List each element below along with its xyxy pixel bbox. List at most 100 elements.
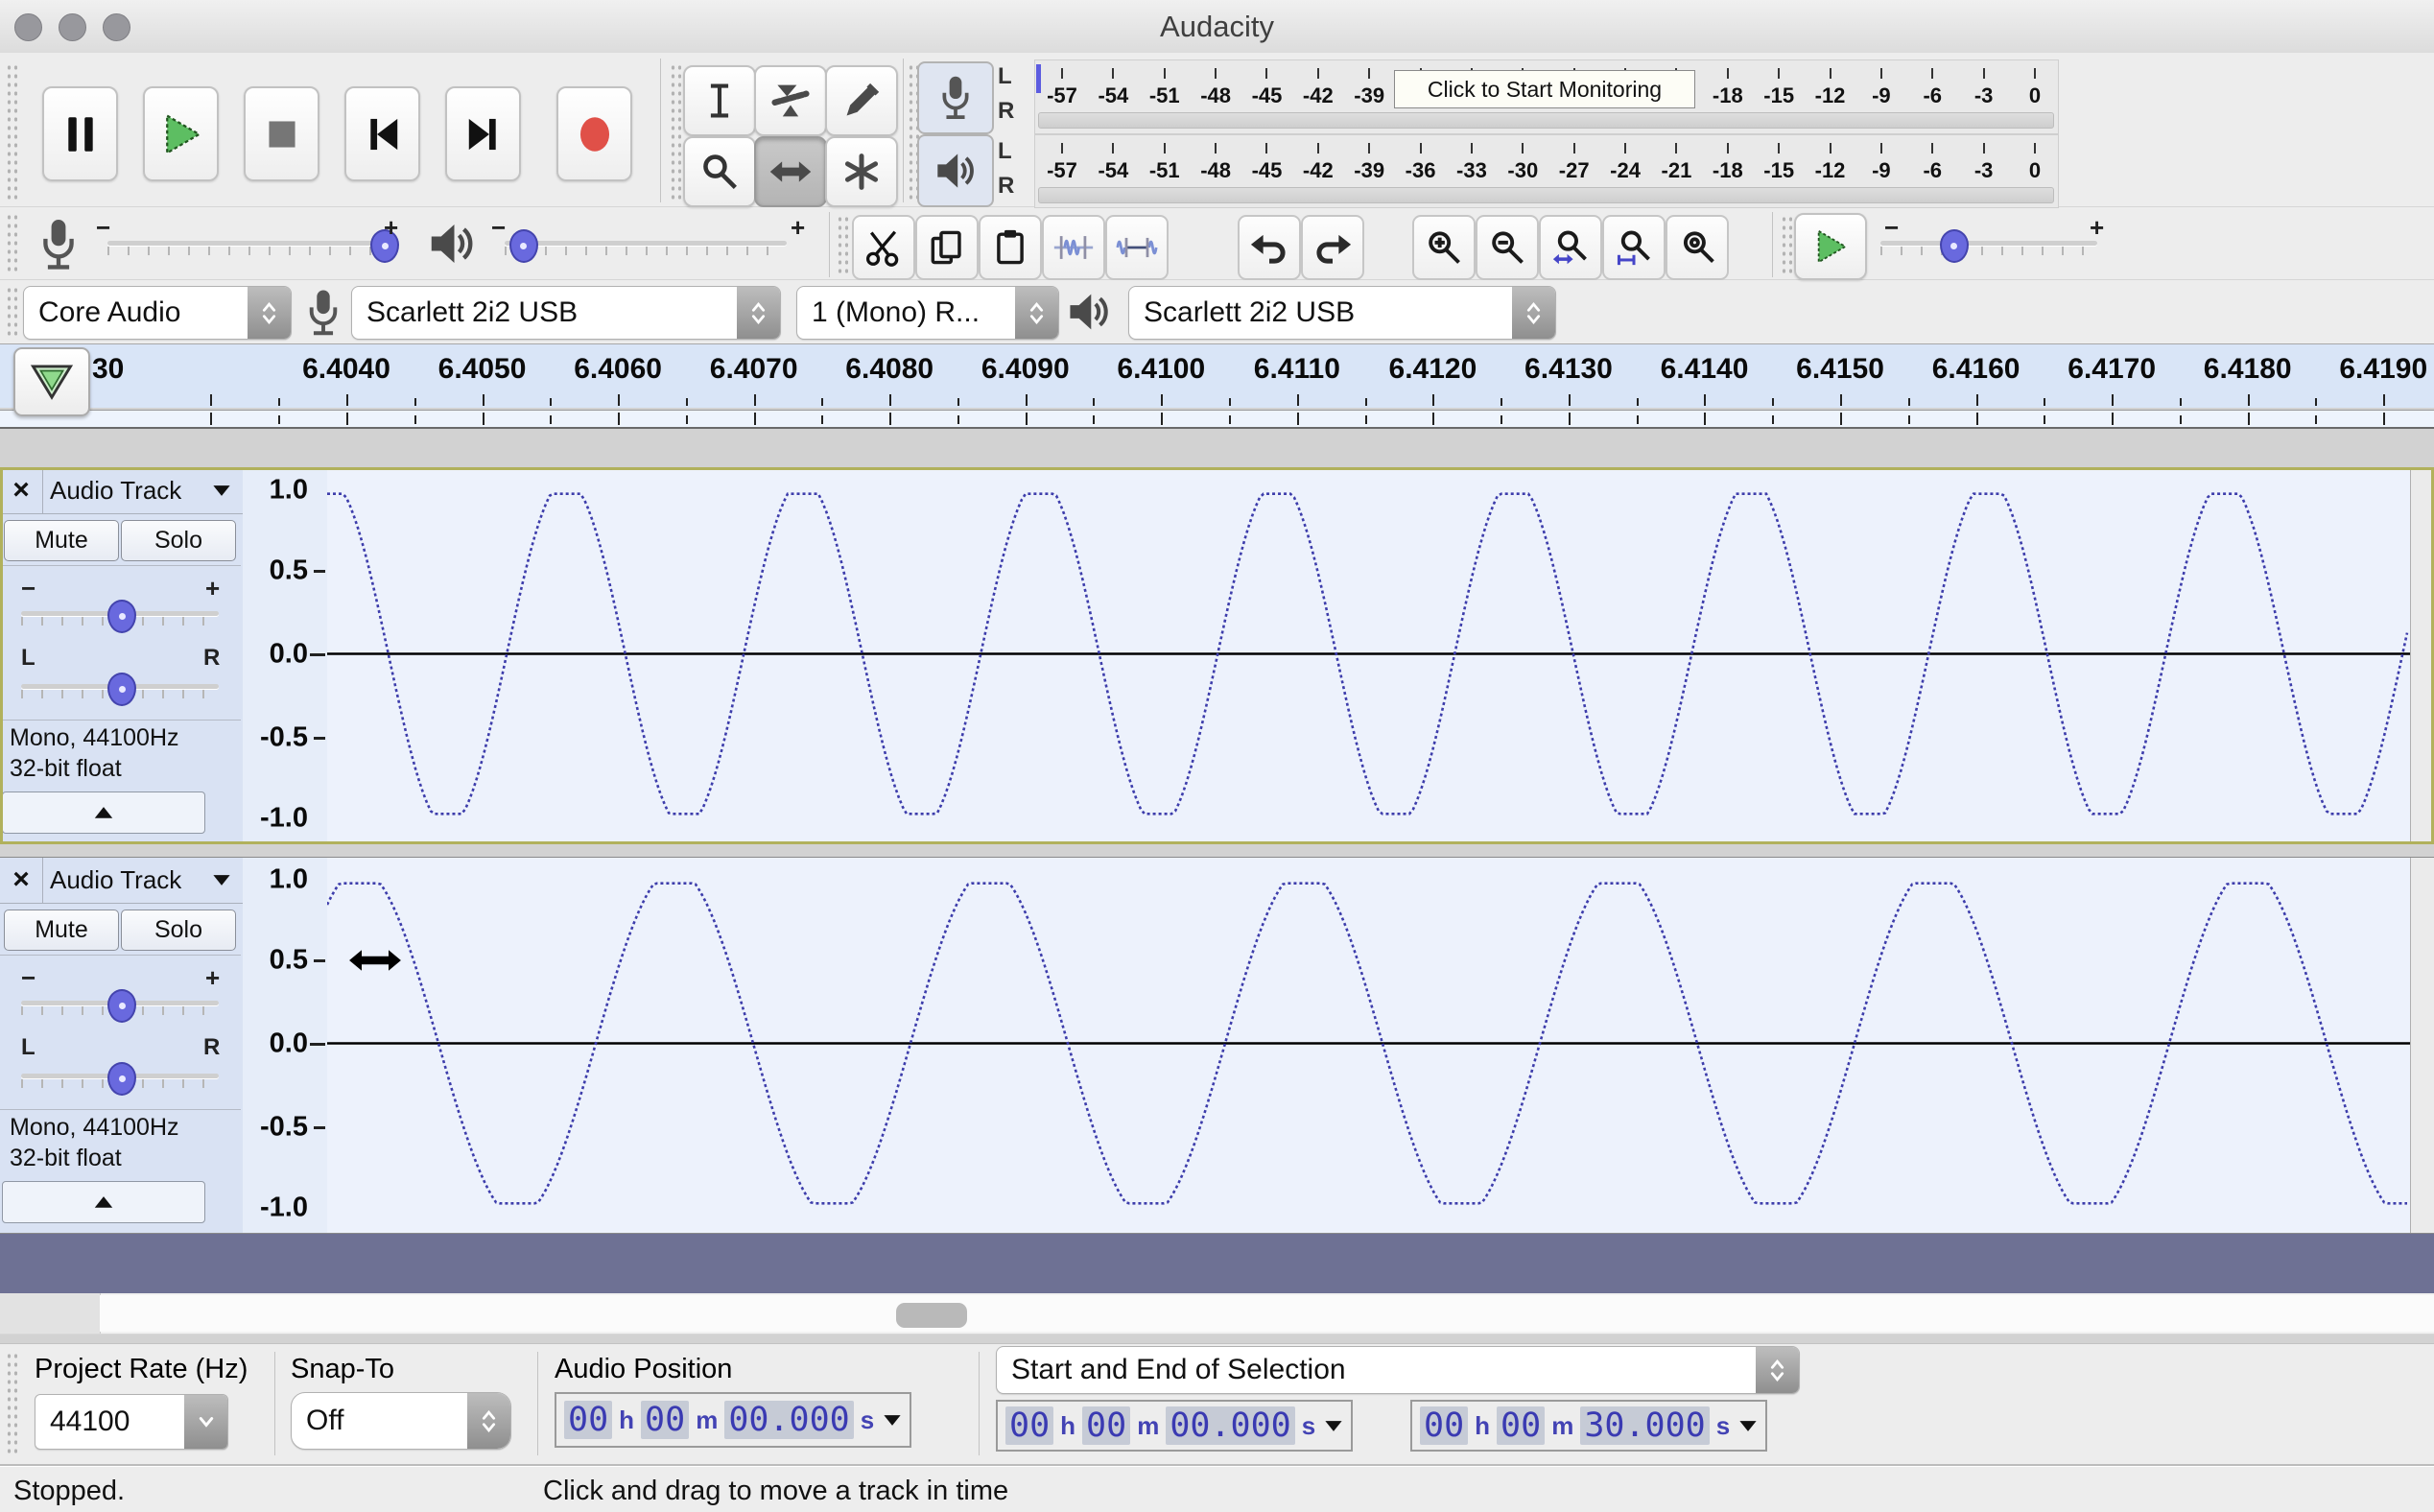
pan-slider[interactable] <box>21 1061 219 1096</box>
undo-button[interactable] <box>1238 215 1301 280</box>
time-digit-group[interactable]: 00 <box>1082 1406 1130 1445</box>
recording-meter[interactable]: Click to Start Monitoring -57-54-51-48-4… <box>1034 59 2059 134</box>
pinned-play-head-icon <box>30 364 74 400</box>
pause-button[interactable] <box>42 86 118 181</box>
mixer-toolbar-grip[interactable] <box>6 213 17 272</box>
selection-end-field[interactable]: 00h00m30.000s <box>1410 1400 1767 1452</box>
selection-tool-button[interactable] <box>683 65 756 136</box>
zoom-out-button[interactable] <box>1476 215 1539 280</box>
device-toolbar-grip[interactable] <box>6 286 17 338</box>
collapse-track-button[interactable] <box>2 1181 205 1223</box>
timeline-tick-band[interactable] <box>0 410 2434 429</box>
monitoring-tooltip[interactable]: Click to Start Monitoring <box>1394 70 1695 108</box>
pan-slider[interactable] <box>21 672 219 706</box>
time-digit-group[interactable]: 00 <box>1497 1406 1545 1445</box>
slider-thumb[interactable] <box>107 673 136 706</box>
copy-button[interactable] <box>915 215 979 280</box>
play-at-speed-toolbar-grip[interactable] <box>1781 215 1792 274</box>
collapse-track-button[interactable] <box>2 791 205 834</box>
track-area-scroll-lane[interactable] <box>2410 857 2434 1234</box>
time-digit-group[interactable]: 00 <box>641 1401 689 1439</box>
project-rate-dropdown[interactable]: 44100 <box>35 1394 228 1450</box>
mute-button[interactable]: Mute <box>4 520 119 561</box>
timeline-ruler[interactable]: 306.40406.40506.40606.40706.40806.40906.… <box>0 343 2434 428</box>
snap-to-dropdown[interactable]: Off <box>291 1392 511 1450</box>
multi-tool-button[interactable] <box>825 136 898 207</box>
draw-tool-button[interactable] <box>825 65 898 136</box>
track-1-waveform[interactable] <box>327 467 2410 844</box>
zoom-tool-button[interactable] <box>683 136 756 207</box>
timeline-tick <box>2044 398 2045 406</box>
trim-outside-selection-button[interactable] <box>1042 215 1105 280</box>
meter-scale-label: 0 <box>2029 158 2041 183</box>
time-digit-group[interactable]: 00.000 <box>1166 1406 1294 1445</box>
track-1-vertical-ruler[interactable]: 1.00.50.0-0.5-1.0 <box>243 467 329 844</box>
record-meter-button[interactable] <box>917 61 994 134</box>
recording-channels-dropdown[interactable]: 1 (Mono) R... <box>796 286 1059 340</box>
record-button[interactable] <box>556 86 632 181</box>
gain-slider[interactable] <box>21 988 219 1023</box>
time-field-menu-arrow-icon[interactable] <box>1738 1419 1758 1432</box>
solo-button[interactable]: Solo <box>121 520 236 561</box>
playback-meter[interactable]: -57-54-51-48-45-42-39-36-33-30-27-24-21-… <box>1034 134 2059 208</box>
recording-device-dropdown[interactable]: Scarlett 2i2 USB <box>351 286 781 340</box>
pause-icon <box>59 113 102 155</box>
time-field-menu-arrow-icon[interactable] <box>1324 1419 1343 1432</box>
transport-toolbar-grip[interactable] <box>6 63 17 200</box>
time-digit-group[interactable]: 00 <box>564 1401 612 1439</box>
slider-thumb[interactable] <box>107 600 136 633</box>
playback-device-dropdown[interactable]: Scarlett 2i2 USB <box>1128 286 1556 340</box>
horizontal-scrollbar-thumb[interactable] <box>896 1303 967 1328</box>
time-digit-group[interactable]: 00 <box>1005 1406 1053 1445</box>
time-digit-group[interactable]: 00.000 <box>724 1401 853 1439</box>
solo-button[interactable]: Solo <box>121 910 236 951</box>
slider-thumb[interactable] <box>509 229 538 263</box>
track-title-menu[interactable]: Audio Track <box>50 857 239 903</box>
time-shift-tool-button[interactable] <box>754 136 827 207</box>
track-area-scroll-lane[interactable] <box>2410 467 2434 844</box>
stop-button[interactable] <box>244 86 319 181</box>
timeline-pin-button[interactable] <box>13 347 90 416</box>
time-digit-group[interactable]: 00 <box>1420 1406 1468 1445</box>
redo-button[interactable] <box>1301 215 1364 280</box>
slider-thumb[interactable] <box>1940 229 1969 263</box>
envelope-tool-button[interactable] <box>754 65 827 136</box>
play-at-speed-button[interactable] <box>1794 213 1867 280</box>
time-digit-group[interactable]: 30.000 <box>1580 1406 1709 1445</box>
play-button[interactable] <box>143 86 219 181</box>
play-speed-slider[interactable] <box>1880 228 2097 263</box>
zoom-toggle-button[interactable] <box>1666 215 1729 280</box>
horizontal-scrollbar[interactable] <box>100 1295 2434 1332</box>
slider-thumb[interactable] <box>107 989 136 1023</box>
cut-button[interactable] <box>852 215 915 280</box>
gain-slider[interactable] <box>21 599 219 633</box>
close-track-icon[interactable]: × <box>0 467 43 513</box>
selection-toolbar-grip[interactable] <box>6 1352 17 1455</box>
zoom-in-button[interactable] <box>1412 215 1476 280</box>
track-title-menu[interactable]: Audio Track <box>50 467 239 513</box>
output-volume-slider[interactable] <box>505 228 787 263</box>
edit-toolbar-grip[interactable] <box>837 215 848 274</box>
slider-thumb[interactable] <box>107 1062 136 1096</box>
skip-to-end-button[interactable] <box>445 86 521 181</box>
track-2-vertical-ruler[interactable]: 1.00.50.0-0.5-1.0 <box>243 857 329 1234</box>
audio-position-field[interactable]: 00h00m00.000s <box>555 1392 911 1448</box>
skip-to-start-button[interactable] <box>344 86 420 181</box>
play-meter-button[interactable] <box>917 134 994 207</box>
track-2-waveform[interactable] <box>327 857 2410 1234</box>
paste-button[interactable] <box>979 215 1042 280</box>
input-volume-slider[interactable] <box>107 228 391 263</box>
tools-toolbar-grip[interactable] <box>670 63 681 200</box>
timeline-tick <box>414 398 416 406</box>
time-field-menu-arrow-icon[interactable] <box>883 1413 902 1427</box>
fit-project-button[interactable] <box>1602 215 1666 280</box>
fit-selection-button[interactable] <box>1539 215 1602 280</box>
selection-start-field[interactable]: 00h00m00.000s <box>996 1400 1353 1452</box>
close-track-icon[interactable]: × <box>0 857 43 903</box>
timeline-main-band[interactable]: 306.40406.40506.40606.40706.40806.40906.… <box>0 343 2434 408</box>
selection-mode-dropdown[interactable]: Start and End of Selection <box>996 1346 1800 1394</box>
silence-selection-button[interactable] <box>1105 215 1169 280</box>
mute-button[interactable]: Mute <box>4 910 119 951</box>
audio-host-dropdown[interactable]: Core Audio <box>23 286 292 340</box>
empty-track-area[interactable] <box>0 1234 2434 1293</box>
